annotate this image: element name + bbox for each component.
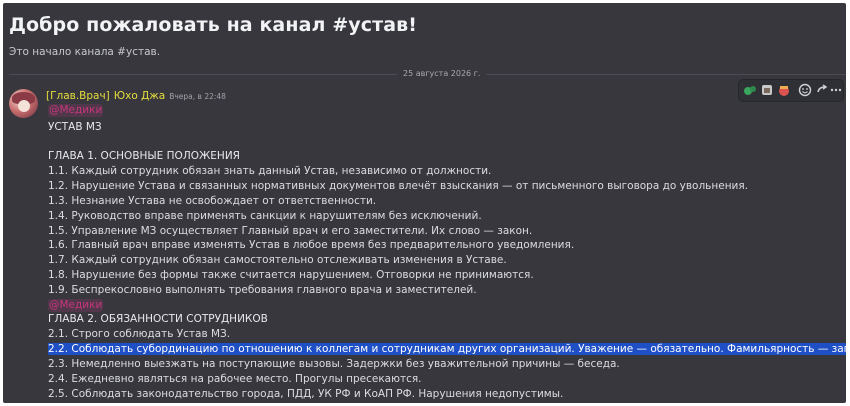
chapter-2-heading: ГЛАВА 2. ОБЯЗАННОСТИ СОТРУДНИКОВ xyxy=(48,313,268,325)
mention-line-2: @Медики xyxy=(48,299,104,312)
reaction-emoji-3-icon[interactable] xyxy=(776,82,792,98)
mention-line-1: @Медики xyxy=(48,104,104,117)
message-title: УСТАВ МЗ xyxy=(48,121,102,133)
chapter-2-item: 2.1. Строго соблюдать Устав МЗ. xyxy=(48,328,231,340)
chapter-1-item: 1.2. Нарушение Устава и связанных нормат… xyxy=(48,180,749,192)
author-avatar[interactable] xyxy=(9,89,38,118)
reaction-emoji-2-icon[interactable] xyxy=(759,82,775,98)
chapter-2-item: 2.5. Соблюдать законодательство города, … xyxy=(48,388,564,400)
author-name[interactable]: Юхо Джа xyxy=(114,90,165,102)
chapter-2-item: 2.4. Ежедневно являться на рабочее место… xyxy=(48,373,422,385)
chapter-2-item: 2.3. Немедленно выезжать на поступающие … xyxy=(48,358,620,370)
role-mention[interactable]: @Медики xyxy=(48,299,104,312)
chapter-1-item: 1.7. Каждый сотрудник обязан самостоятел… xyxy=(48,254,507,266)
reaction-emoji-1-icon[interactable] xyxy=(742,82,758,98)
author-role-tag[interactable]: [Глав.Врач] xyxy=(46,90,110,102)
channel-welcome-title: Добро пожаловать на канал #устав! xyxy=(9,14,418,36)
message-header: [Глав.Врач] Юхо Джа Вчера, в 22:48 xyxy=(46,90,226,102)
chapter-1-item: 1.5. Управление МЗ осуществляет Главный … xyxy=(48,225,533,237)
chapter-1-item: 1.4. Руководство вправе применять санкци… xyxy=(48,210,482,222)
chapter-1-item: 1.6. Главный врач вправе изменять Устав … xyxy=(48,239,575,251)
chat-window: Добро пожаловать на канал #устав! Это на… xyxy=(3,3,846,403)
chapter-1-item: 1.9. Беспрекословно выполнять требования… xyxy=(48,284,477,296)
message-timestamp: Вчера, в 22:48 xyxy=(169,92,226,101)
channel-start-text: Это начало канала #устав. xyxy=(9,46,161,58)
date-divider-label: 25 августа 2026 г. xyxy=(397,69,487,78)
role-mention[interactable]: @Медики xyxy=(48,104,104,117)
chapter-1-heading: ГЛАВА 1. ОСНОВНЫЕ ПОЛОЖЕНИЯ xyxy=(48,150,240,162)
chapter-1-item: 1.3. Незнание Устава не освобождает от о… xyxy=(48,195,377,207)
chapter-1-item: 1.8. Нарушение без формы также считается… xyxy=(48,269,534,281)
chapter-1-item: 1.1. Каждый сотрудник обязан знать данны… xyxy=(48,165,492,177)
selected-text: 2.2. Соблюдать субординацию по отношению… xyxy=(48,343,846,355)
message-toolbar xyxy=(738,79,844,102)
chapter-2-item-selected: 2.2. Соблюдать субординацию по отношению… xyxy=(48,343,846,356)
more-icon[interactable] xyxy=(828,82,844,98)
add-reaction-icon[interactable] xyxy=(797,82,813,98)
